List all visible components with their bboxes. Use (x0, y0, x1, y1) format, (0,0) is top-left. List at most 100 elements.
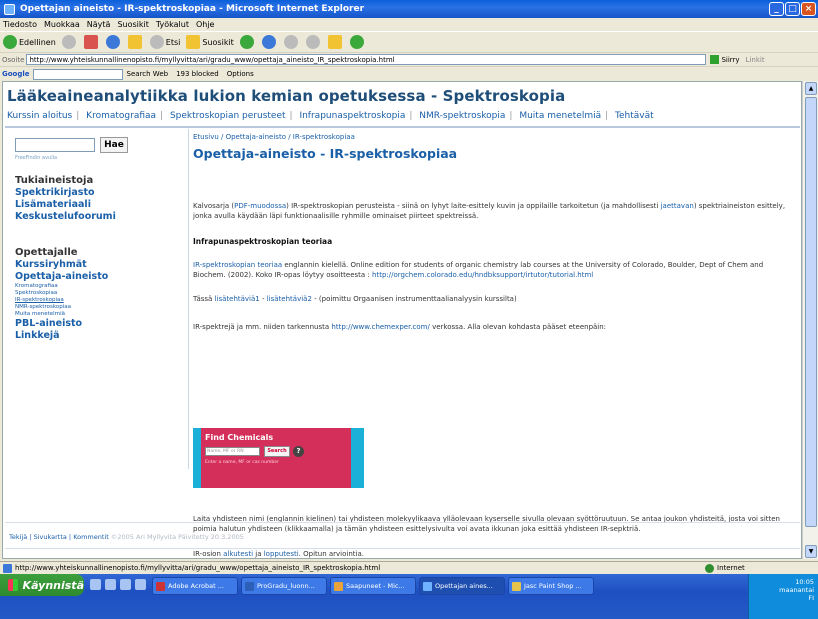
nav-spektroskopian-perusteet[interactable]: Spektroskopian perusteet (170, 111, 286, 121)
home-button[interactable] (127, 35, 144, 49)
page-viewport: Lääkeaineanalytiikka lukion kemian opetu… (2, 81, 802, 559)
sidebar-item-opettaja-aineisto[interactable]: Opettaja-aineisto (15, 271, 108, 282)
quick-launch-mail-icon[interactable] (105, 579, 116, 590)
back-arrow-icon (3, 35, 17, 49)
address-input[interactable]: http://www.yhteiskunnallinenopisto.fi/my… (26, 54, 707, 65)
task-adobe-acrobat[interactable]: Adobe Acrobat ... (152, 577, 238, 595)
task-jasc-paint-shop[interactable]: Jasc Paint Shop ... (508, 577, 594, 595)
nav-infrapunaspektroskopia[interactable]: Infrapunaspektroskopia (299, 111, 405, 121)
chemical-search-input[interactable]: Name, MF or RN (205, 447, 260, 456)
nav-nmr-spektroskopia[interactable]: NMR-spektroskopia (419, 111, 505, 121)
history-button[interactable] (239, 35, 256, 49)
menu-file[interactable]: Tiedosto (3, 20, 37, 29)
maximize-button[interactable]: □ (785, 2, 800, 16)
menu-view[interactable]: Näytä (87, 20, 111, 29)
ie-window: Opettajan aineisto - IR-spektroskopiaa -… (0, 0, 818, 619)
sidebar-item-kurssiryhmat[interactable]: Kurssiryhmät (15, 259, 87, 270)
footer-copyright: ©2005 Ari Myllyvita Päivitetty 20.3.2005 (110, 533, 244, 541)
popup-blocked-count[interactable]: 193 blocked (176, 70, 219, 78)
sidebar-sub-muita-menetelmia[interactable]: Muita menetelmiä (15, 311, 65, 317)
site-search-input[interactable] (15, 138, 95, 152)
quick-launch (84, 574, 152, 595)
chemical-search-button[interactable]: Search (264, 446, 290, 457)
sidebar-sub-ir-spektroskopiaa[interactable]: IR-spektroskopiaa (15, 297, 64, 303)
sidebar-item-lisamateriaali[interactable]: Lisämateriaali (15, 199, 91, 210)
sidebar-sub-spektroskopiaa[interactable]: Spektroskopiaa (15, 290, 57, 296)
sidebar-sub-nmr-spektroskopiaa[interactable]: NMR-spektroskopiaa (15, 304, 71, 310)
messenger-button[interactable] (349, 35, 366, 49)
google-search-input[interactable] (32, 68, 123, 80)
nav-kurssin-aloitus[interactable]: Kurssin aloitus (7, 111, 72, 121)
menu-help[interactable]: Ohje (196, 20, 215, 29)
outlook-icon (334, 581, 343, 591)
links-label[interactable]: Linkit (746, 56, 765, 64)
freefind-link[interactable]: FreeFindin avulla (15, 155, 57, 161)
site-search-button[interactable]: Hae (100, 137, 128, 153)
quick-launch-ie-icon[interactable] (90, 579, 101, 590)
footer-kommentit-link[interactable]: Kommentit (73, 533, 109, 541)
quick-launch-media-icon[interactable] (135, 579, 146, 590)
task-progradu[interactable]: ProGradu_luonn... (241, 577, 327, 595)
nav-muita-menetelmia[interactable]: Muita menetelmiä (519, 111, 601, 121)
nav-divider (5, 126, 800, 128)
messenger-icon (349, 35, 364, 49)
sidebar-item-linkkeja[interactable]: Linkkejä (15, 330, 60, 341)
google-options-button[interactable]: Options (227, 70, 254, 78)
sidebar-sub-kromatografiaa[interactable]: Kromatografiaa (15, 283, 58, 289)
scroll-thumb[interactable] (805, 97, 817, 527)
scroll-down-button[interactable]: ▼ (805, 545, 817, 558)
acrobat-icon (156, 581, 165, 591)
window-controls: _ □ × (769, 2, 816, 16)
lopputesti-link[interactable]: lopputesti (264, 550, 299, 558)
stop-button[interactable] (83, 35, 100, 49)
footer-sivukartta-link[interactable]: Sivukartta (34, 533, 67, 541)
menu-favorites[interactable]: Suosikit (117, 20, 148, 29)
nav-kromatografiaa[interactable]: Kromatografiaa (86, 111, 156, 121)
back-button[interactable]: Edellinen (3, 35, 56, 49)
scroll-up-button[interactable]: ▲ (805, 82, 817, 95)
title-bar[interactable]: Opettajan aineisto - IR-spektroskopiaa -… (0, 0, 818, 18)
task-saapuneet[interactable]: Saapuneet - Mic... (330, 577, 416, 595)
vertical-scrollbar[interactable]: ▲ ▼ (802, 81, 818, 559)
footer: Tekijä | Sivukartta | Kommentit ©2005 Ar… (9, 533, 244, 541)
folder-button[interactable] (327, 35, 344, 49)
menu-edit[interactable]: Muokkaa (44, 20, 80, 29)
sidebar-item-pbl-aineisto[interactable]: PBL-aineisto (15, 318, 82, 329)
footer-tekija-link[interactable]: Tekijä (9, 533, 27, 541)
print-button[interactable] (283, 35, 300, 49)
google-logo[interactable]: Google (2, 70, 30, 78)
system-tray: 10:05 maanantai FI (748, 574, 818, 619)
forward-button[interactable] (61, 35, 78, 49)
mail-button[interactable] (261, 35, 278, 49)
edit-icon (305, 35, 320, 49)
quick-launch-desktop-icon[interactable] (120, 579, 131, 590)
close-button[interactable]: × (801, 2, 816, 16)
task-opettajan-aineisto[interactable]: Opettajan aines... (419, 577, 505, 595)
menu-tools[interactable]: Työkalut (156, 20, 189, 29)
clock-time[interactable]: 10:05 (795, 578, 814, 586)
windows-logo-icon (8, 579, 18, 591)
sidebar-item-spektrikirjasto[interactable]: Spektrikirjasto (15, 187, 95, 198)
minimize-button[interactable]: _ (769, 2, 784, 16)
search-toolbar-button[interactable]: Etsi (149, 35, 180, 49)
sidebar-item-keskustelufoorumi[interactable]: Keskustelufoorumi (15, 211, 116, 222)
help-icon[interactable]: ? (293, 446, 304, 457)
pdf-link[interactable]: PDF-muodossa (234, 202, 286, 210)
start-button[interactable]: Käynnistä (0, 574, 84, 596)
language-indicator[interactable]: FI (808, 594, 814, 602)
favorites-button[interactable]: Suosikit (186, 35, 234, 49)
breadcrumb[interactable]: Etusivu / Opettaja-aineisto / IR-spektro… (193, 133, 355, 141)
jaettavan-link[interactable]: jaettavan (661, 202, 694, 210)
nav-tehtavat[interactable]: Tehtävät (615, 111, 654, 121)
refresh-button[interactable] (105, 35, 122, 49)
chemexper-link[interactable]: http://www.chemexper.com/ (331, 323, 429, 331)
ir-teoria-link[interactable]: IR-spektroskopian teoriaa (193, 261, 282, 269)
lisatehtavia1-link[interactable]: lisätehtäviä1 (215, 295, 260, 303)
google-search-web-button[interactable]: Search Web (127, 70, 169, 78)
edit-button[interactable] (305, 35, 322, 49)
paragraph-testit: IR-osion alkutesti ja lopputesti. Opitun… (193, 550, 364, 558)
alkutesti-link[interactable]: alkutesti (223, 550, 253, 558)
orgchem-link[interactable]: http://orgchem.colorado.edu/hndbksupport… (372, 271, 593, 279)
go-button[interactable]: Siirry (710, 55, 740, 64)
lisatehtavia2-link[interactable]: lisätehtäviä2 (267, 295, 312, 303)
